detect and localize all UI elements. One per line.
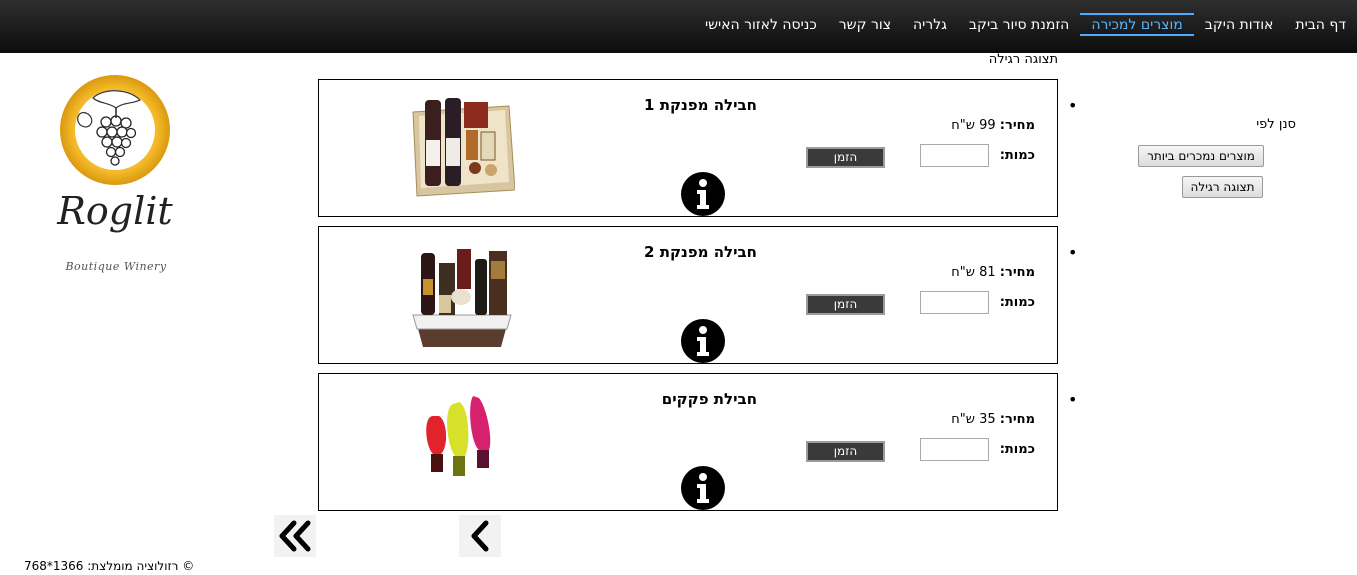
double-chevron-left-icon[interactable]: [274, 515, 316, 557]
winery-logo[interactable]: Roglit Boutique Winery: [48, 74, 184, 280]
product-price: מחיר: 81 ש"ח: [951, 265, 1035, 280]
quantity-label: כמות:: [999, 148, 1035, 163]
info-icon[interactable]: [681, 319, 725, 363]
product-price: מחיר: 35 ש"ח: [951, 412, 1035, 427]
nav-gallery[interactable]: גלריה: [902, 13, 958, 36]
product-card: חבילה מפנקת 2 מחיר: 81 ש"ח כמות: הזמן: [318, 226, 1058, 364]
grape-logo-icon: [60, 75, 170, 185]
quantity-input[interactable]: [920, 291, 989, 314]
product-title: חבילה מפנקת 1: [644, 96, 757, 114]
nav-tour[interactable]: הזמנת סיור ביקב: [958, 13, 1080, 36]
product-price: מחיר: 99 ש"ח: [951, 118, 1035, 133]
main-nav: דף הבית אודות היקב מוצרים למכירה הזמנת ס…: [694, 0, 1357, 53]
product-card: חבילת פקקים מחיר: 35 ש"ח כמות: הזמן: [318, 373, 1058, 511]
logo-brand: Roglit: [57, 189, 173, 233]
info-icon[interactable]: [681, 172, 725, 216]
quantity-input[interactable]: [920, 438, 989, 461]
price-label: מחיר:: [999, 118, 1035, 133]
nav-contact[interactable]: צור קשר: [828, 13, 902, 36]
list-bullet: •: [1068, 390, 1078, 409]
filter-label: סנן לפי: [1256, 117, 1296, 132]
quantity-label: כמות:: [999, 442, 1035, 457]
chevron-left-icon[interactable]: [459, 515, 501, 557]
price-value: 99 ש"ח: [951, 118, 996, 133]
logo-tagline: Boutique Winery: [65, 260, 167, 273]
nav-login[interactable]: כניסה לאזור האישי: [694, 13, 828, 36]
price-label: מחיר:: [999, 412, 1035, 427]
gift-basket-thumbnail[interactable]: [409, 239, 515, 347]
price-value: 35 ש"ח: [951, 412, 996, 427]
quantity-label: כמות:: [999, 295, 1035, 310]
price-value: 81 ש"ח: [951, 265, 996, 280]
nav-products[interactable]: מוצרים למכירה: [1080, 13, 1194, 36]
product-title: חבילת פקקים: [661, 390, 757, 408]
price-label: מחיר:: [999, 265, 1035, 280]
best-sellers-button[interactable]: מוצרים נמכרים ביותר: [1138, 145, 1264, 167]
current-view-label: תצוגה רגילה: [988, 52, 1058, 67]
quantity-input[interactable]: [920, 144, 989, 167]
product-card: חבילה מפנקת 1 מחיר: 99 ש"ח כמות: הזמן: [318, 79, 1058, 217]
product-title: חבילה מפנקת 2: [644, 243, 757, 261]
regular-view-button[interactable]: תצוגה רגילה: [1182, 176, 1263, 198]
footer-note: © רזולוציה מומלצת: 1366*768: [24, 559, 195, 573]
list-bullet: •: [1068, 96, 1078, 115]
gift-box-thumbnail[interactable]: [409, 92, 515, 200]
top-navbar: דף הבית אודות היקב מוצרים למכירה הזמנת ס…: [0, 0, 1357, 53]
nav-home[interactable]: דף הבית: [1284, 13, 1357, 36]
order-button[interactable]: הזמן: [806, 441, 885, 462]
nav-about[interactable]: אודות היקב: [1194, 13, 1285, 36]
bottle-stoppers-thumbnail[interactable]: [409, 386, 515, 494]
order-button[interactable]: הזמן: [806, 294, 885, 315]
info-icon[interactable]: [681, 466, 725, 510]
list-bullet: •: [1068, 243, 1078, 262]
order-button[interactable]: הזמן: [806, 147, 885, 168]
